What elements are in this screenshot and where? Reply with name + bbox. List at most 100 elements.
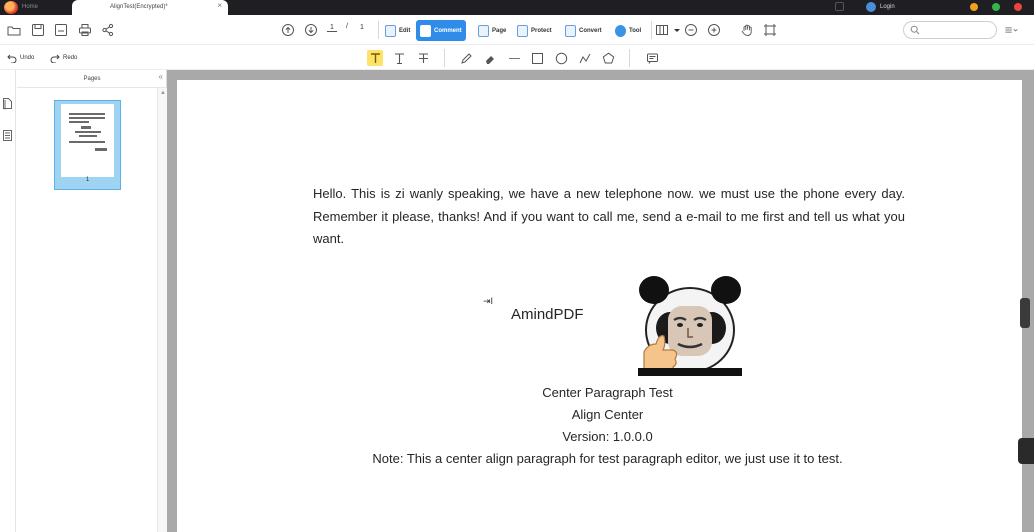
mode-tool-button[interactable]: Tool xyxy=(611,20,645,41)
print-icon[interactable] xyxy=(78,23,92,37)
pencil-icon xyxy=(460,52,472,64)
edit-icon xyxy=(385,24,396,37)
maximize-button[interactable] xyxy=(992,3,1000,11)
circle-icon xyxy=(555,52,567,64)
mode-comment-button[interactable]: Comment xyxy=(416,20,466,41)
thumbnail-text-line xyxy=(79,135,97,137)
mode-protect-label: Protect xyxy=(531,27,552,34)
page-total: 1 xyxy=(360,24,364,31)
mode-comment-label: Comment xyxy=(434,27,462,34)
mode-edit-button[interactable]: Edit xyxy=(381,20,414,41)
tool-icon xyxy=(615,24,626,37)
underline-text-tool[interactable] xyxy=(391,50,407,66)
pages-panel-icon[interactable] xyxy=(2,97,13,110)
close-window-button[interactable] xyxy=(1014,3,1022,11)
panda-meme-image[interactable] xyxy=(638,272,742,376)
menu-list-icon[interactable] xyxy=(1004,23,1024,37)
tab-document[interactable]: AlignTest(Encrypted)* × xyxy=(72,0,228,15)
outline-panel-icon[interactable] xyxy=(2,129,13,142)
mode-page-button[interactable]: Page xyxy=(474,20,510,41)
eraser-icon xyxy=(485,55,494,64)
mode-tool-label: Tool xyxy=(629,27,642,34)
pencil-tool[interactable] xyxy=(458,50,474,66)
pentagon-icon xyxy=(602,52,614,63)
document-page[interactable]: Hello. This is zi wanly speaking, we hav… xyxy=(177,80,1022,532)
thumbnail-text-line xyxy=(81,126,91,129)
mode-convert-label: Convert xyxy=(579,27,602,34)
note-comment-icon xyxy=(646,53,658,64)
next-page-icon[interactable] xyxy=(304,23,318,37)
thumbnail-page-preview xyxy=(61,104,114,177)
divider xyxy=(378,21,379,39)
collapse-panel-icon[interactable]: « xyxy=(159,70,163,84)
close-tab-icon[interactable]: × xyxy=(217,0,222,12)
pages-panel: Pages « 1 ▲ xyxy=(17,70,167,532)
comment-icon xyxy=(420,24,431,37)
center-line-4: Note: This a center align paragraph for … xyxy=(372,451,843,466)
polyline-tool[interactable] xyxy=(577,50,593,66)
search-input[interactable] xyxy=(903,21,997,39)
redo-button[interactable]: Redo xyxy=(50,51,77,65)
redo-icon xyxy=(50,54,60,63)
text-cursor-icon: ⇥I xyxy=(483,296,494,306)
app-logo-icon xyxy=(4,1,18,14)
mode-page-label: Page xyxy=(492,27,507,34)
current-page-input[interactable]: 1 xyxy=(327,24,337,32)
polyline-icon xyxy=(579,53,590,63)
side-panel-toggle[interactable] xyxy=(1018,438,1034,464)
main-toolbar: 1 / 1 Edit Comment Page Protect Convert … xyxy=(0,15,1034,45)
convert-icon xyxy=(565,24,576,37)
document-viewport[interactable]: Hello. This is zi wanly speaking, we hav… xyxy=(167,70,1034,532)
share-icon[interactable] xyxy=(101,23,115,37)
mode-protect-button[interactable]: Protect xyxy=(513,20,556,41)
line-icon xyxy=(508,57,520,59)
line-tool[interactable] xyxy=(506,50,522,66)
window-snap-icon[interactable] xyxy=(835,2,844,11)
page-icon xyxy=(478,24,489,37)
pages-panel-header: Pages « xyxy=(17,70,167,88)
hand-tool-icon[interactable] xyxy=(740,23,754,37)
text-strikeout-icon xyxy=(418,52,428,63)
polygon-tool[interactable] xyxy=(600,50,616,66)
undo-icon xyxy=(7,54,17,63)
undo-button[interactable]: Undo xyxy=(7,51,34,65)
strikeout-text-tool[interactable] xyxy=(415,50,431,66)
thumbnail-text-line xyxy=(69,141,105,143)
view-layout-icon[interactable] xyxy=(655,23,669,37)
scrollbar-thumb[interactable] xyxy=(1020,298,1030,328)
left-rail xyxy=(0,70,16,532)
center-line-3: Version: 1.0.0.0 xyxy=(562,429,653,444)
zoom-in-icon[interactable] xyxy=(707,23,721,37)
center-paragraph[interactable]: Center Paragraph Test Align Center Versi… xyxy=(297,382,918,470)
page-thumbnail[interactable]: 1 xyxy=(54,100,121,190)
thumbnail-text-line xyxy=(75,131,101,133)
eraser-tool[interactable] xyxy=(482,50,498,66)
scroll-up-icon[interactable]: ▲ xyxy=(160,90,166,96)
zoom-out-icon[interactable] xyxy=(684,23,698,37)
thumbnail-text-line xyxy=(95,148,107,151)
mode-convert-button[interactable]: Convert xyxy=(561,20,606,41)
panel-scrollbar[interactable]: ▲ xyxy=(157,88,167,532)
minimize-button[interactable] xyxy=(970,3,978,11)
save-as-icon[interactable] xyxy=(54,23,68,37)
user-avatar-icon[interactable] xyxy=(866,2,876,12)
open-folder-icon[interactable] xyxy=(7,23,21,37)
title-bar: Home AlignTest(Encrypted)* × Login xyxy=(0,0,1034,15)
ellipse-tool[interactable] xyxy=(553,50,569,66)
previous-page-icon[interactable] xyxy=(281,23,295,37)
note-tool[interactable] xyxy=(644,50,660,66)
protect-icon xyxy=(517,24,528,37)
highlight-text-tool[interactable] xyxy=(367,50,383,66)
amindpdf-text[interactable]: AmindPDF xyxy=(511,306,584,323)
body-paragraph[interactable]: Hello. This is zi wanly speaking, we hav… xyxy=(313,183,905,251)
center-line-1: Center Paragraph Test xyxy=(542,385,673,400)
center-line-2: Align Center xyxy=(571,407,644,422)
crop-select-icon[interactable] xyxy=(763,23,777,37)
thumbnail-text-line xyxy=(69,113,105,115)
tab-home[interactable]: Home xyxy=(22,0,66,15)
login-button[interactable]: Login xyxy=(880,0,895,14)
rectangle-tool[interactable] xyxy=(529,50,545,66)
thumbnail-text-line xyxy=(69,121,89,123)
save-icon[interactable] xyxy=(31,23,45,37)
dropdown-arrow-icon[interactable] xyxy=(670,23,680,37)
